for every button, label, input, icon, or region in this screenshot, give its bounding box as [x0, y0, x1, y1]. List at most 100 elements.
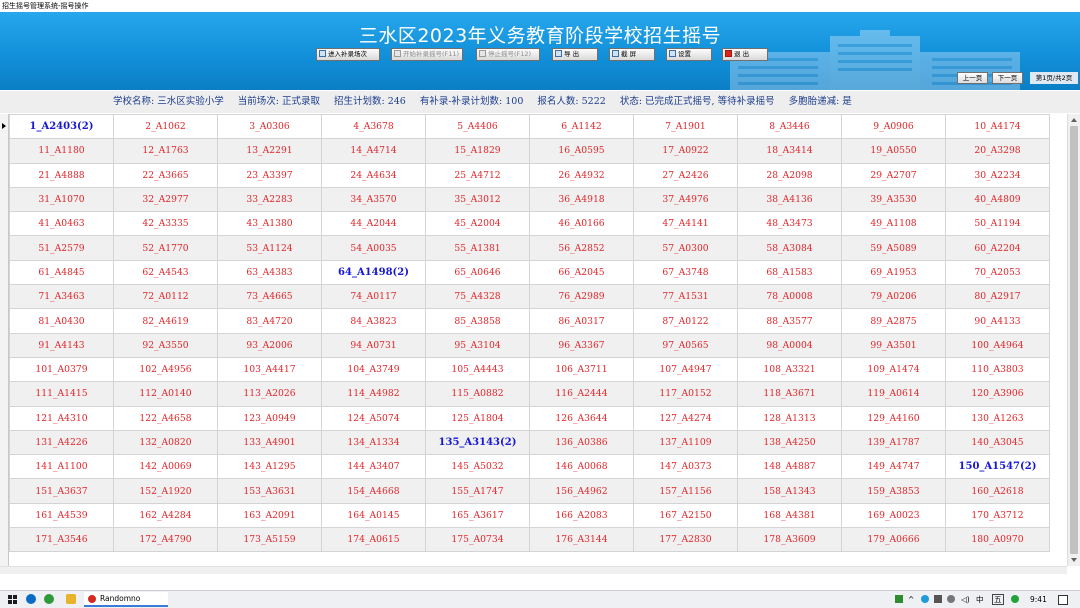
enter-supplement-button[interactable]: 进入补录场次: [316, 48, 380, 61]
draw-result-cell[interactable]: 109_A1474: [841, 356, 946, 383]
draw-result-cell[interactable]: 132_A0820: [113, 429, 218, 456]
draw-result-cell[interactable]: 50_A1194: [945, 211, 1050, 237]
draw-result-cell[interactable]: 40_A4809: [945, 186, 1050, 213]
volume-icon[interactable]: ◁): [961, 591, 970, 608]
scroll-thumb[interactable]: [1070, 126, 1078, 554]
location-icon[interactable]: [947, 595, 955, 603]
draw-result-cell[interactable]: 82_A4619: [113, 308, 218, 334]
draw-result-cell[interactable]: 125_A1804: [425, 405, 530, 431]
draw-result-cell[interactable]: 153_A3631: [217, 478, 322, 504]
draw-result-cell[interactable]: 110_A3803: [945, 356, 1050, 383]
draw-result-cell[interactable]: 120_A3906: [945, 381, 1050, 407]
draw-result-cell[interactable]: 124_A5074: [321, 405, 426, 431]
draw-result-cell[interactable]: 39_A3530: [841, 186, 946, 213]
draw-result-cell[interactable]: 9_A0906: [841, 114, 946, 140]
draw-result-cell[interactable]: 54_A0035: [321, 235, 426, 261]
draw-result-cell[interactable]: 24_A4634: [321, 162, 426, 188]
draw-result-cell[interactable]: 101_A0379: [9, 356, 114, 383]
draw-result-cell[interactable]: 127_A4274: [633, 405, 738, 431]
file-explorer-icon[interactable]: [66, 594, 76, 604]
draw-result-cell[interactable]: 180_A0970: [945, 527, 1050, 553]
draw-result-cell[interactable]: 164_A0145: [321, 502, 426, 529]
draw-result-cell[interactable]: 148_A4887: [737, 454, 842, 480]
draw-result-cell[interactable]: 66_A2045: [529, 259, 634, 286]
draw-result-cell[interactable]: 83_A4720: [217, 308, 322, 334]
draw-result-cell[interactable]: 94_A0731: [321, 332, 426, 358]
draw-result-cell[interactable]: 100_A4964: [945, 332, 1050, 358]
draw-result-cell[interactable]: 34_A3570: [321, 186, 426, 213]
draw-result-cell[interactable]: 1_A2403(2): [9, 114, 114, 140]
draw-result-cell[interactable]: 142_A0069: [113, 454, 218, 480]
start-supplement-draw-button[interactable]: 开始补录摇号(F11): [391, 48, 463, 61]
draw-result-cell[interactable]: 22_A3665: [113, 162, 218, 188]
draw-result-cell[interactable]: 75_A4328: [425, 284, 530, 310]
draw-result-cell[interactable]: 169_A0023: [841, 502, 946, 529]
draw-result-cell[interactable]: 26_A4932: [529, 162, 634, 188]
taskbar-app-randomno[interactable]: Randomno: [84, 592, 168, 607]
draw-result-cell[interactable]: 119_A0614: [841, 381, 946, 407]
draw-result-cell[interactable]: 4_A3678: [321, 114, 426, 140]
draw-result-cell[interactable]: 165_A3617: [425, 502, 530, 529]
draw-result-cell[interactable]: 167_A2150: [633, 502, 738, 529]
draw-result-cell[interactable]: 14_A4714: [321, 138, 426, 164]
draw-result-cell[interactable]: 77_A1531: [633, 284, 738, 310]
draw-result-cell[interactable]: 138_A4250: [737, 429, 842, 456]
draw-result-cell[interactable]: 91_A4143: [9, 332, 114, 358]
draw-result-cell[interactable]: 35_A3012: [425, 186, 530, 213]
draw-result-cell[interactable]: 175_A0734: [425, 527, 530, 553]
draw-result-cell[interactable]: 121_A4310: [9, 405, 114, 431]
draw-result-cell[interactable]: 57_A0300: [633, 235, 738, 261]
draw-result-cell[interactable]: 48_A3473: [737, 211, 842, 237]
settings-button[interactable]: 设置: [666, 48, 712, 61]
draw-result-cell[interactable]: 19_A0550: [841, 138, 946, 164]
draw-result-cell[interactable]: 128_A1313: [737, 405, 842, 431]
draw-result-cell[interactable]: 106_A3711: [529, 356, 634, 383]
draw-result-cell[interactable]: 134_A1334: [321, 429, 426, 456]
draw-result-cell[interactable]: 150_A1547(2): [945, 454, 1050, 480]
draw-result-cell[interactable]: 130_A1263: [945, 405, 1050, 431]
draw-result-cell[interactable]: 61_A4845: [9, 259, 114, 286]
draw-result-cell[interactable]: 178_A3609: [737, 527, 842, 553]
next-page-button[interactable]: 下一页: [992, 72, 1023, 84]
windows-start-icon[interactable]: [8, 595, 17, 604]
draw-result-cell[interactable]: 80_A2917: [945, 284, 1050, 310]
draw-result-cell[interactable]: 179_A0666: [841, 527, 946, 553]
draw-result-cell[interactable]: 115_A0882: [425, 381, 530, 407]
draw-result-cell[interactable]: 27_A2426: [633, 162, 738, 188]
draw-result-cell[interactable]: 2_A1062: [113, 114, 218, 140]
draw-result-cell[interactable]: 5_A4406: [425, 114, 530, 140]
draw-result-cell[interactable]: 41_A0463: [9, 211, 114, 237]
draw-result-cell[interactable]: 163_A2091: [217, 502, 322, 529]
draw-result-cell[interactable]: 38_A4136: [737, 186, 842, 213]
draw-result-cell[interactable]: 67_A3748: [633, 259, 738, 286]
screenshot-button[interactable]: 截 屏: [609, 48, 655, 61]
draw-result-cell[interactable]: 173_A5159: [217, 527, 322, 553]
draw-result-cell[interactable]: 126_A3644: [529, 405, 634, 431]
draw-result-cell[interactable]: 89_A2875: [841, 308, 946, 334]
draw-result-cell[interactable]: 118_A3671: [737, 381, 842, 407]
draw-result-cell[interactable]: 37_A4976: [633, 186, 738, 213]
draw-result-cell[interactable]: 105_A4443: [425, 356, 530, 383]
draw-result-cell[interactable]: 123_A0949: [217, 405, 322, 431]
draw-result-cell[interactable]: 88_A3577: [737, 308, 842, 334]
draw-result-cell[interactable]: 81_A0430: [9, 308, 114, 334]
draw-result-cell[interactable]: 151_A3637: [9, 478, 114, 504]
draw-result-cell[interactable]: 42_A3335: [113, 211, 218, 237]
draw-result-cell[interactable]: 55_A1381: [425, 235, 530, 261]
scroll-down-icon[interactable]: [1071, 558, 1077, 562]
draw-result-cell[interactable]: 60_A2204: [945, 235, 1050, 261]
ime-mode[interactable]: 五: [992, 594, 1004, 605]
draw-result-cell[interactable]: 111_A1415: [9, 381, 114, 407]
draw-result-cell[interactable]: 98_A0004: [737, 332, 842, 358]
draw-result-cell[interactable]: 156_A4962: [529, 478, 634, 504]
draw-result-cell[interactable]: 3_A0306: [217, 114, 322, 140]
draw-result-cell[interactable]: 92_A3550: [113, 332, 218, 358]
draw-result-cell[interactable]: 155_A1747: [425, 478, 530, 504]
horizontal-scrollbar[interactable]: [0, 566, 1067, 574]
draw-result-cell[interactable]: 68_A1583: [737, 259, 842, 286]
draw-result-cell[interactable]: 56_A2852: [529, 235, 634, 261]
draw-result-cell[interactable]: 63_A4383: [217, 259, 322, 286]
notification-icon[interactable]: [1058, 595, 1068, 605]
draw-result-cell[interactable]: 31_A1070: [9, 186, 114, 213]
draw-result-cell[interactable]: 176_A3144: [529, 527, 634, 553]
